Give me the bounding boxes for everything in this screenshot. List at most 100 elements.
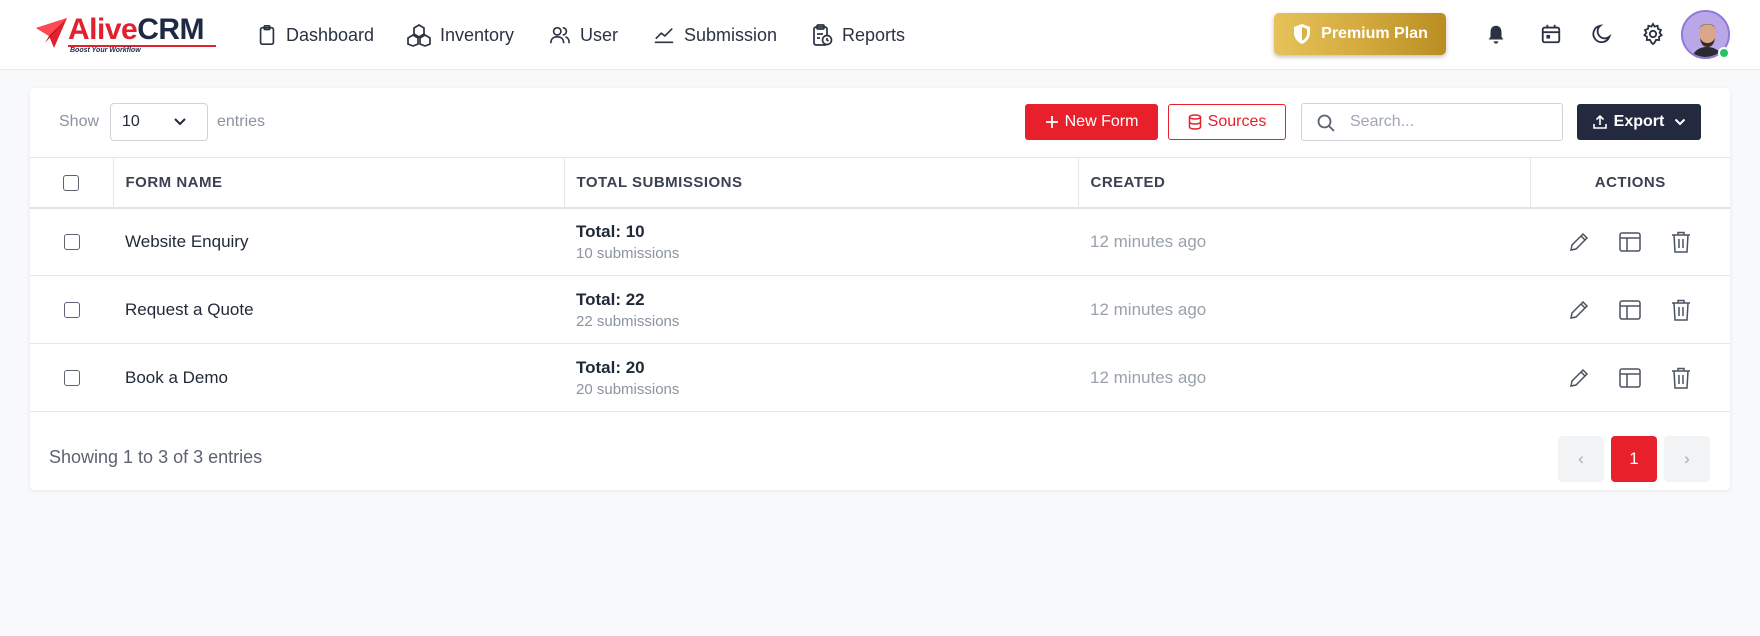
logo-wordmark: AliveCRM <box>68 12 205 48</box>
sources-label: Sources <box>1207 113 1267 130</box>
created-time: 12 minutes ago <box>1078 207 1530 276</box>
entries-per-page-value: 10 <box>122 113 140 130</box>
nav-label-dashboard: Dashboard <box>286 24 375 45</box>
nav-item-reports[interactable]: Reports <box>810 0 905 70</box>
nav-item-dashboard[interactable]: Dashboard <box>256 0 374 70</box>
edit-pencil-icon[interactable] <box>1567 230 1591 254</box>
settings-button[interactable] <box>1639 20 1667 48</box>
paper-plane-logo-icon <box>36 18 67 48</box>
submissions-cell: Total: 10 10 submissions <box>564 207 1078 276</box>
form-name[interactable]: Book a Demo <box>113 343 564 412</box>
row-actions <box>1530 207 1730 276</box>
calendar-button[interactable] <box>1537 20 1565 48</box>
logo-text-crm: CRM <box>137 13 205 46</box>
plus-icon <box>1045 116 1058 128</box>
trash-icon[interactable] <box>1669 298 1693 322</box>
calendar-icon <box>1541 24 1561 44</box>
row-checkbox[interactable] <box>63 234 80 251</box>
moon-icon <box>1592 24 1612 43</box>
search-input[interactable] <box>1350 112 1550 132</box>
nav-item-inventory[interactable]: Inventory <box>406 0 514 70</box>
submissions-count: 22 submissions <box>576 312 680 330</box>
trash-icon[interactable] <box>1669 230 1693 254</box>
database-icon <box>1188 114 1201 130</box>
search-box[interactable] <box>1301 103 1563 141</box>
table-row: Website Enquiry Total: 10 10 submissions … <box>30 207 1730 276</box>
created-time: 12 minutes ago <box>1078 343 1530 412</box>
online-status-dot <box>1718 47 1730 59</box>
sources-button[interactable]: Sources <box>1168 104 1286 140</box>
table-row: Book a Demo Total: 20 20 submissions 12 m… <box>30 343 1730 412</box>
layout-view-icon[interactable] <box>1618 366 1642 390</box>
layout-view-icon[interactable] <box>1618 298 1642 322</box>
nav-label-submission: Submission <box>684 24 778 45</box>
gear-icon <box>1643 22 1663 46</box>
chevron-down-icon <box>174 118 186 126</box>
export-button[interactable]: Export <box>1577 104 1701 140</box>
submissions-total: Total: 20 <box>576 357 645 377</box>
row-checkbox-cell <box>30 275 113 344</box>
nav-label-inventory: Inventory <box>440 24 515 45</box>
users-icon <box>550 26 570 44</box>
row-actions <box>1530 343 1730 412</box>
forms-table: FORM NAME TOTAL SUBMISSIONS CREATED ACTI… <box>30 157 1730 412</box>
premium-plan-label: Premium Plan <box>1321 25 1428 42</box>
pagination-page-1[interactable]: 1 <box>1611 436 1657 482</box>
top-navbar: AliveCRM Boost Your Workflow Dashboard I… <box>0 0 1760 70</box>
nav-label-reports: Reports <box>842 24 906 45</box>
trash-icon[interactable] <box>1669 366 1693 390</box>
logo-tagline: Boost Your Workflow <box>70 47 141 54</box>
premium-plan-button[interactable]: Premium Plan <box>1274 13 1446 55</box>
entries-per-page-select[interactable]: 10 <box>110 103 208 141</box>
shield-icon <box>1294 24 1311 44</box>
nav-item-user[interactable]: User <box>548 0 618 70</box>
boxes-icon <box>407 24 431 47</box>
nav-item-submission[interactable]: Submission <box>652 0 777 70</box>
row-checkbox[interactable] <box>63 370 80 387</box>
notifications-button[interactable] <box>1482 20 1510 48</box>
header-actions: ACTIONS <box>1530 157 1730 209</box>
select-all-cell <box>30 157 114 209</box>
bell-icon <box>1488 25 1504 44</box>
submissions-cell: Total: 22 22 submissions <box>564 275 1078 344</box>
logo-text-alive: Alive <box>68 13 138 46</box>
submissions-count: 20 submissions <box>576 380 680 398</box>
upload-icon <box>1592 114 1607 129</box>
created-time: 12 minutes ago <box>1078 275 1530 344</box>
row-actions <box>1530 275 1730 344</box>
report-icon <box>813 24 833 46</box>
header-created[interactable]: CREATED <box>1078 157 1531 209</box>
export-label: Export <box>1613 113 1665 130</box>
search-icon <box>1317 114 1335 132</box>
dark-mode-toggle[interactable] <box>1588 20 1616 48</box>
nav-label-user: User <box>580 24 619 45</box>
new-form-label: New Form <box>1064 113 1139 130</box>
edit-pencil-icon[interactable] <box>1567 298 1591 322</box>
row-checkbox-cell <box>30 207 113 276</box>
chevron-down-icon <box>1675 118 1686 126</box>
pagination-summary: Showing 1 to 3 of 3 entries <box>49 447 263 467</box>
pagination-prev-button[interactable]: ‹ <box>1558 436 1604 482</box>
submissions-count: 10 submissions <box>576 244 680 262</box>
layout-view-icon[interactable] <box>1618 230 1642 254</box>
app-logo[interactable]: AliveCRM Boost Your Workflow <box>34 12 216 54</box>
chart-line-icon <box>654 27 674 44</box>
form-name[interactable]: Website Enquiry <box>113 207 564 276</box>
submissions-total: Total: 10 <box>576 221 645 241</box>
edit-pencil-icon[interactable] <box>1567 366 1591 390</box>
select-all-checkbox[interactable] <box>63 174 80 191</box>
new-form-button[interactable]: New Form <box>1025 104 1158 140</box>
show-label: Show <box>59 113 100 130</box>
clipboard-icon <box>259 25 275 45</box>
pagination-next-button[interactable]: › <box>1664 436 1710 482</box>
table-row: Request a Quote Total: 22 22 submissions … <box>30 275 1730 344</box>
table-header-row: FORM NAME TOTAL SUBMISSIONS CREATED ACTI… <box>30 157 1730 209</box>
header-form-name[interactable]: FORM NAME <box>113 157 565 209</box>
entries-label: entries <box>217 113 266 130</box>
forms-card: Show 10 entries New Form Sources Export … <box>30 88 1730 490</box>
header-total-submissions[interactable]: TOTAL SUBMISSIONS <box>564 157 1079 209</box>
submissions-total: Total: 22 <box>576 289 645 309</box>
row-checkbox[interactable] <box>63 302 80 319</box>
submissions-cell: Total: 20 20 submissions <box>564 343 1078 412</box>
form-name[interactable]: Request a Quote <box>113 275 564 344</box>
